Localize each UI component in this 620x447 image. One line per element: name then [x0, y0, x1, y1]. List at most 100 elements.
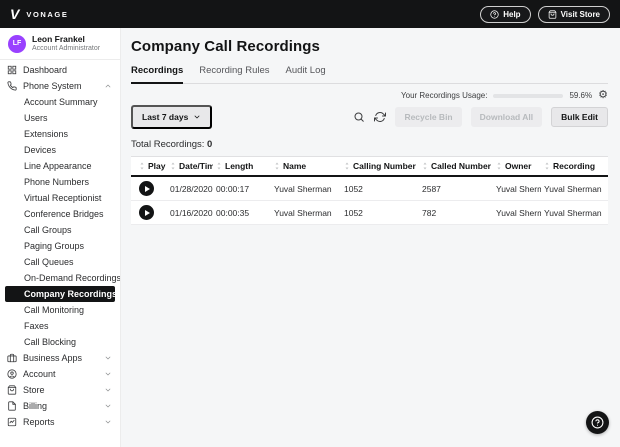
cell-calling-number: 1052 — [341, 201, 419, 225]
brand-name: VONAGE — [26, 10, 68, 19]
bulk-edit-button[interactable]: Bulk Edit — [551, 107, 608, 127]
store-icon — [548, 10, 557, 19]
sidebar-item-account-summary[interactable]: Account Summary — [0, 94, 120, 110]
column-header-recording[interactable]: Recording — [541, 157, 608, 177]
play-button[interactable] — [139, 181, 154, 196]
sidebar-item-reports[interactable]: Reports — [0, 414, 120, 430]
column-header-calling-number[interactable]: Calling Number — [341, 157, 419, 177]
cell-owner: Yuval Sherman — [493, 201, 541, 225]
floating-help-button[interactable] — [586, 411, 609, 434]
gear-icon[interactable]: ⚙ — [598, 90, 608, 101]
sidebar-item-paging-groups[interactable]: Paging Groups — [0, 238, 120, 254]
help-button-label: Help — [503, 10, 520, 19]
cell-name: Yuval Sherman — [271, 176, 341, 201]
sort-icon — [170, 162, 176, 170]
sort-icon — [216, 162, 222, 170]
column-header-date-time[interactable]: Date/Time — [167, 157, 213, 177]
sort-icon — [344, 162, 350, 170]
sort-icon — [544, 162, 550, 170]
sidebar-nav: Dashboard Phone System Account Summary U… — [0, 60, 120, 430]
recordings-usage: Your Recordings Usage: 59.6% ⚙ — [131, 89, 608, 102]
visit-store-button[interactable]: Visit Store — [538, 6, 610, 23]
column-header-play[interactable]: Play — [131, 157, 167, 177]
sidebar-item-label: Reports — [23, 417, 55, 427]
cell-called-number: 2587 — [419, 176, 493, 201]
tab-audit-log[interactable]: Audit Log — [286, 65, 326, 84]
usage-label: Your Recordings Usage: — [401, 91, 487, 100]
sort-icon — [274, 162, 280, 170]
cell-date-time: 01/16/2020 — [167, 201, 213, 225]
chevron-down-icon — [104, 386, 112, 394]
cell-length: 00:00:35 — [213, 201, 271, 225]
main-content: Company Call Recordings Recordings Recor… — [121, 28, 620, 447]
refresh-icon[interactable] — [374, 111, 386, 123]
play-icon — [145, 210, 150, 216]
recycle-bin-button[interactable]: Recycle Bin — [395, 107, 461, 127]
play-button[interactable] — [139, 205, 154, 220]
help-button[interactable]: Help — [480, 6, 530, 23]
sidebar-item-dashboard[interactable]: Dashboard — [0, 62, 120, 78]
cell-length: 00:00:17 — [213, 176, 271, 201]
user-profile[interactable]: LF Leon Frankel Account Administrator — [0, 28, 120, 60]
sidebar-item-billing[interactable]: Billing — [0, 398, 120, 414]
sidebar-item-call-groups[interactable]: Call Groups — [0, 222, 120, 238]
sidebar-item-store[interactable]: Store — [0, 382, 120, 398]
sidebar-item-call-monitoring[interactable]: Call Monitoring — [0, 302, 120, 318]
help-circle-icon — [591, 416, 604, 429]
help-circle-icon — [490, 10, 499, 19]
sidebar-item-on-demand-recordings[interactable]: On-Demand Recordings — [0, 270, 120, 286]
chevron-down-icon — [104, 402, 112, 410]
column-header-owner[interactable]: Owner — [493, 157, 541, 177]
date-filter-label: Last 7 days — [142, 112, 188, 122]
column-header-name[interactable]: Name — [271, 157, 341, 177]
download-all-button[interactable]: Download All — [471, 107, 543, 127]
sidebar-item-label: Account — [23, 369, 56, 379]
tab-bar: Recordings Recording Rules Audit Log — [131, 65, 608, 84]
table-row: 01/28/2020 00:00:17 Yuval Sherman 1052 2… — [131, 176, 608, 201]
sidebar-item-users[interactable]: Users — [0, 110, 120, 126]
tab-recordings[interactable]: Recordings — [131, 65, 183, 84]
usage-progress-bar — [493, 94, 563, 98]
user-circle-icon — [7, 369, 17, 379]
recordings-table: Play Date/Time Length Name Calling Numbe… — [131, 156, 608, 225]
controls-row: Last 7 days Recycle Bin Download All Bul… — [131, 105, 608, 129]
tab-recording-rules[interactable]: Recording Rules — [199, 65, 269, 84]
cell-recording: Yuval Sherman — [541, 201, 608, 225]
search-icon[interactable] — [353, 111, 365, 123]
date-filter-dropdown[interactable]: Last 7 days — [131, 105, 212, 129]
sidebar-item-company-recordings[interactable]: Company Recordings — [5, 286, 115, 302]
sidebar-item-label: Business Apps — [23, 353, 82, 363]
sidebar-item-call-queues[interactable]: Call Queues — [0, 254, 120, 270]
briefcase-icon — [7, 353, 17, 363]
vonage-v-icon: V — [10, 7, 19, 21]
chart-icon — [7, 417, 17, 427]
chevron-down-icon — [193, 113, 201, 121]
cell-date-time: 01/28/2020 — [167, 176, 213, 201]
sidebar-item-conference-bridges[interactable]: Conference Bridges — [0, 206, 120, 222]
cell-name: Yuval Sherman — [271, 201, 341, 225]
column-header-called-number[interactable]: Called Number — [419, 157, 493, 177]
cell-called-number: 782 — [419, 201, 493, 225]
sidebar-item-label: Phone System — [23, 81, 82, 91]
sort-icon — [422, 162, 428, 170]
sidebar-item-virtual-receptionist[interactable]: Virtual Receptionist — [0, 190, 120, 206]
sidebar-item-phone-system[interactable]: Phone System — [0, 78, 120, 94]
sidebar-item-business-apps[interactable]: Business Apps — [0, 350, 120, 366]
play-icon — [145, 186, 150, 192]
chevron-down-icon — [104, 370, 112, 378]
sidebar-item-faxes[interactable]: Faxes — [0, 318, 120, 334]
sidebar: LF Leon Frankel Account Administrator Da… — [0, 28, 121, 447]
sidebar-item-account[interactable]: Account — [0, 366, 120, 382]
cell-recording: Yuval Sherman — [541, 176, 608, 201]
page-title: Company Call Recordings — [131, 38, 608, 55]
sort-icon — [496, 162, 502, 170]
chevron-down-icon — [104, 354, 112, 362]
sidebar-item-line-appearance[interactable]: Line Appearance — [0, 158, 120, 174]
sidebar-item-call-blocking[interactable]: Call Blocking — [0, 334, 120, 350]
sidebar-item-label: Store — [23, 385, 45, 395]
sidebar-item-devices[interactable]: Devices — [0, 142, 120, 158]
sidebar-item-extensions[interactable]: Extensions — [0, 126, 120, 142]
user-role: Account Administrator — [32, 44, 100, 53]
sidebar-item-phone-numbers[interactable]: Phone Numbers — [0, 174, 120, 190]
column-header-length[interactable]: Length — [213, 157, 271, 177]
